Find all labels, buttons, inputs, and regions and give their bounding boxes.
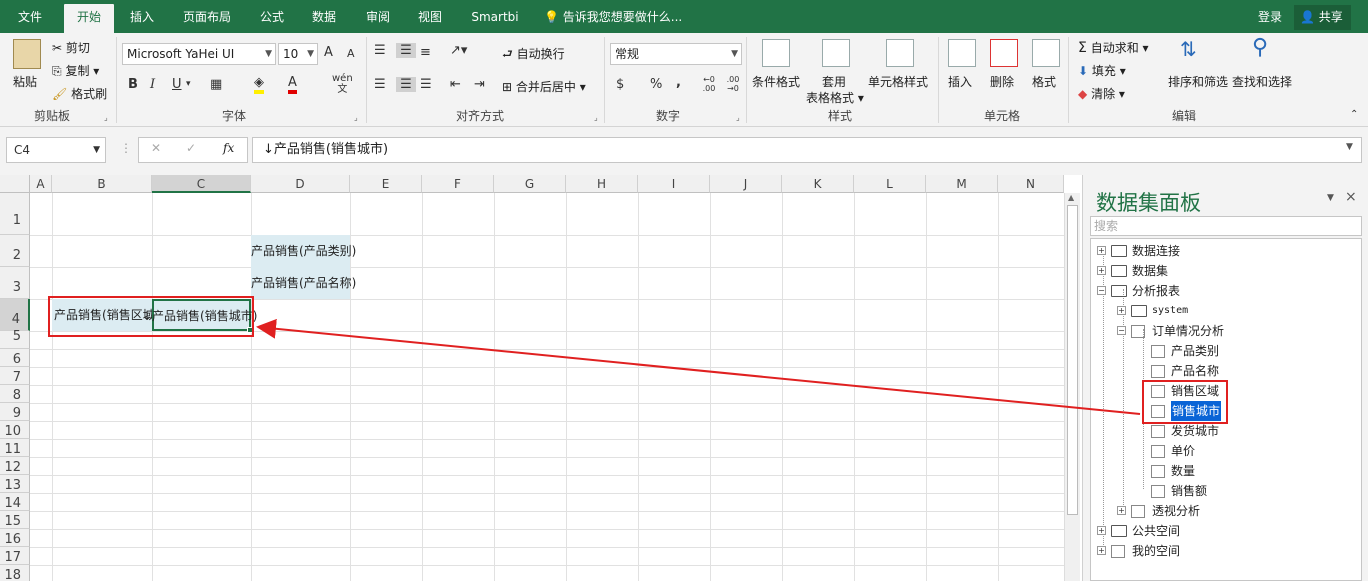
annotation-arrow — [256, 318, 1141, 415]
excel-window: 文件 开始 插入 页面布局 公式 数据 审阅 视图 Smartbi 💡 告诉我您… — [0, 0, 1368, 581]
